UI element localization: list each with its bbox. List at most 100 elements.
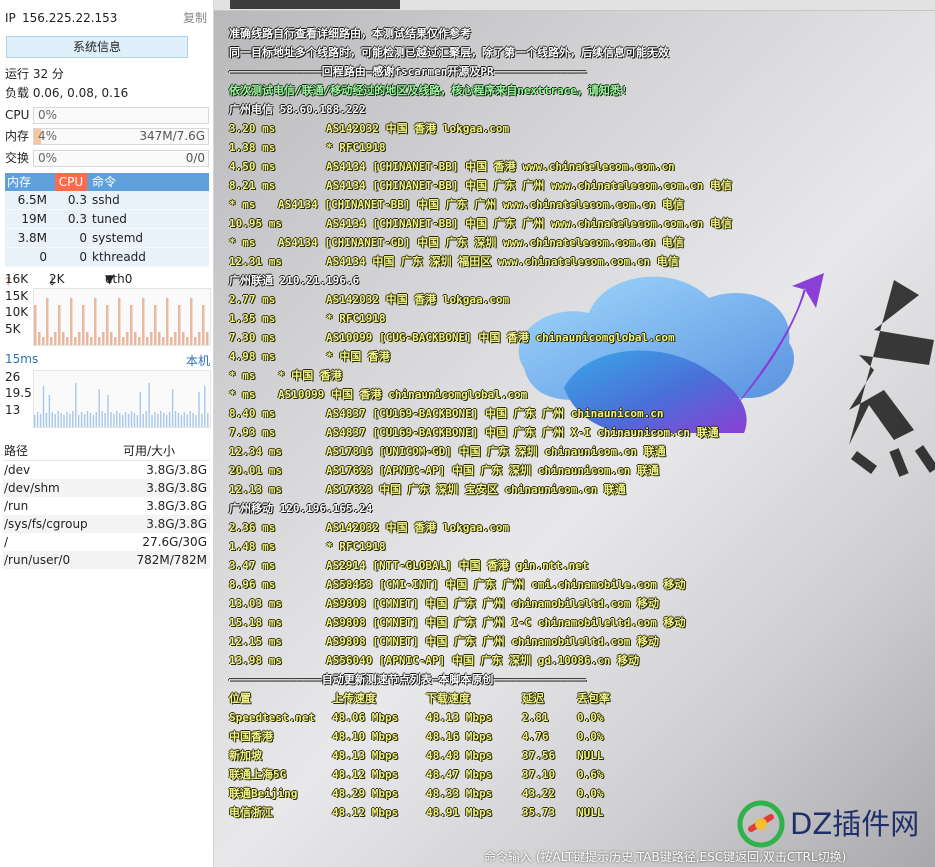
chart-bar (70, 298, 73, 345)
chart-bar (98, 389, 100, 427)
net-tick: 10K (5, 305, 29, 319)
chart-bar (107, 395, 109, 427)
lat-tick: 13 (5, 403, 21, 417)
speed-cell: 0.6% (577, 768, 604, 781)
hop-latency: 3.47 ms (229, 559, 276, 572)
hop-latency: 1.35 ms (229, 312, 276, 325)
hop-latency: 2.77 ms (229, 293, 276, 306)
chart-bar (174, 332, 177, 345)
chart-bar (66, 337, 69, 345)
swap-bar: 0% 0/0 (33, 150, 209, 167)
terminal-tab[interactable] (230, 0, 400, 9)
chart-bar (177, 413, 180, 427)
download-value: 2K (49, 272, 65, 286)
hop-latency: 4.98 ms (229, 350, 276, 363)
cpu-bar: 0% (33, 107, 209, 124)
speed-cell: 0.0% (577, 711, 604, 724)
speed-cell: 电信浙江 (229, 806, 273, 819)
hop-info: * RFC1918 (326, 312, 386, 325)
chart-bar (54, 414, 56, 427)
speed-header-cell: 上传速度 (332, 692, 376, 705)
process-row[interactable]: 3.8M 0 systemd (5, 229, 209, 248)
chart-bar (60, 413, 62, 427)
speed-cell: 48.16 Mbps (426, 730, 493, 743)
command-input-bar[interactable]: 命令输入 (按ALT键提示历史,TAB键路径,ESC键返回,双击CTRL切换) (214, 845, 935, 867)
chart-bar (138, 337, 141, 345)
hop-info: AS4134 [CHINANET-BB] 中国 香港 www.chinatele… (326, 160, 675, 173)
chart-bar (69, 414, 71, 427)
chart-bar (206, 332, 209, 345)
hop-info: AS9808 [CMNET] 中国 广东 广州 chinamobileltd.c… (326, 597, 660, 610)
sort-by-cmd[interactable]: 命令 (92, 173, 116, 191)
chart-bar (58, 305, 61, 345)
latency-target-link[interactable]: 本机 (186, 352, 210, 369)
chart-bar (146, 337, 149, 345)
disk-table: 路径 可用/大小 /dev 3.8G/3.8G/dev/shm 3.8G/3.8G /… (3, 442, 210, 569)
route-title-text: 广州联通 210.21.196.6 (229, 274, 360, 287)
proc-cpu: 0 (79, 231, 87, 245)
chart-bar (51, 412, 53, 427)
route-title-text: 广州移动 120.196.165.24 (229, 502, 373, 515)
proc-cmd: systemd (92, 231, 143, 245)
hop-latency: 13.98 ms (229, 654, 282, 667)
disk-size: 3.8G/3.8G (146, 499, 207, 513)
chart-bar (142, 298, 145, 345)
hop-info: AS4134 [CHINANET-GD] 中国 广东 深圳 www.chinat… (278, 236, 684, 249)
chart-bar (74, 337, 77, 345)
chart-bar (160, 411, 162, 427)
chart-bar (90, 337, 93, 345)
proc-mem: 3.8M (17, 231, 47, 245)
speed-cell: 4.76 (522, 730, 549, 743)
speed-cell: 48.06 Mbps (332, 711, 399, 724)
disk-path: / (4, 535, 9, 549)
terminal-pane[interactable]: 准确线路自行查看详细路由，本测试结果仅作参考 同一目标地址多个线路时，可能检测已越… (214, 0, 935, 867)
disk-row: /run 3.8G/3.8G (3, 497, 210, 515)
disk-size: 782M/782M (136, 553, 207, 567)
hop-latency: 8.40 ms (229, 407, 276, 420)
mem-percent: 4% (38, 129, 58, 143)
speed-header-cell: 位置 (229, 692, 251, 705)
chart-bar (207, 413, 209, 427)
speed-cell: 0.0% (577, 787, 604, 800)
disk-size: 3.8G/3.8G (146, 517, 207, 531)
process-row[interactable]: 0 0 kthreadd (5, 248, 209, 267)
disk-path: /run/user/0 (4, 553, 71, 567)
chart-bar (182, 332, 185, 345)
speed-header-cell: 下载速度 (426, 692, 470, 705)
hop-latency: 1.38 ms (229, 141, 276, 154)
chart-bar (72, 411, 74, 427)
hop-info: AS56040 [APNIC-AP] 中国 广东 深圳 gd.10086.cn … (326, 654, 640, 667)
hop-latency: 10.95 ms (229, 217, 282, 230)
chart-bar (36, 412, 39, 427)
speed-cell: 48.13 Mbps (332, 749, 399, 762)
sort-by-cpu[interactable]: CPU (55, 173, 87, 191)
chart-bar (86, 332, 89, 345)
speed-cell: NULL (577, 749, 604, 762)
process-row[interactable]: 19M 0.3 tuned (5, 210, 209, 229)
chart-bar (171, 389, 174, 427)
proc-cmd: tuned (92, 212, 127, 226)
hop-latency: 3.20 ms (229, 122, 276, 135)
net-tick: 5K (5, 322, 21, 336)
mem-meter: 内存 4% 347M/7.6G (5, 127, 209, 145)
chart-bar (83, 414, 86, 427)
disk-row: /sys/fs/cgroup 3.8G/3.8G (3, 515, 210, 533)
disk-size-header: 可用/大小 (123, 444, 176, 458)
hop-latency: 15.18 ms (229, 616, 282, 629)
hop-info: AS10099 [CUG-BACKBONE] 中国 香港 chinaunicom… (326, 331, 675, 344)
route-title: 广州联通 210.21.196.6 (229, 271, 359, 290)
disk-path: /dev (4, 463, 31, 477)
hop-info: AS4134 [CHINANET-BB] 中国 广东 广州 www.chinat… (278, 198, 684, 211)
process-row[interactable]: 6.5M 0.3 sshd (5, 191, 209, 210)
speed-cell: 48.33 Mbps (426, 787, 493, 800)
chart-bar (63, 415, 65, 427)
disk-path: /dev/shm (4, 481, 60, 495)
speed-cell: 48.47 Mbps (426, 768, 493, 781)
disk-path-header: 路径 (4, 444, 29, 458)
chart-bar (110, 412, 112, 427)
system-info-button[interactable]: 系统信息 (6, 36, 188, 58)
copy-ip-button[interactable]: 复制 (183, 9, 207, 27)
sort-by-mem[interactable]: 内存 (7, 173, 31, 191)
proc-mem: 6.5M (17, 193, 47, 207)
hop-latency: 12.34 ms (229, 445, 282, 458)
